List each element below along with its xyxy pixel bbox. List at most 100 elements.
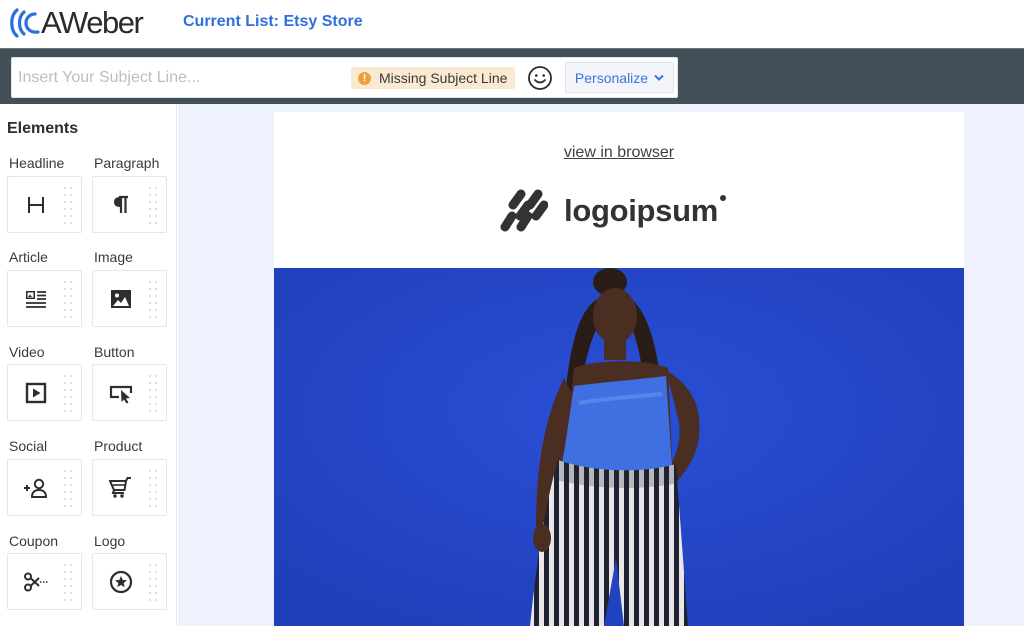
grip-dot bbox=[149, 571, 151, 573]
elements-title: Elements bbox=[7, 120, 79, 137]
email-preview: view in browser logoipsum bbox=[274, 112, 964, 626]
subject-line-input[interactable] bbox=[18, 58, 348, 97]
hero-photo-illustration bbox=[274, 268, 964, 626]
element-tile-social[interactable] bbox=[7, 459, 82, 516]
element-tile-headline[interactable] bbox=[7, 176, 82, 233]
drag-handle[interactable] bbox=[64, 187, 73, 224]
logoipsum-wordmark: logoipsum bbox=[564, 193, 727, 229]
drag-handle[interactable] bbox=[149, 375, 158, 412]
elements-sidebar: Elements Headline Paragraph Article Imag… bbox=[0, 104, 177, 626]
element-label-video: Video bbox=[9, 344, 45, 360]
grip-dot bbox=[155, 470, 157, 472]
grip-dot bbox=[149, 375, 151, 377]
current-list-link[interactable]: Current List: Etsy Store bbox=[183, 13, 363, 31]
drag-handle[interactable] bbox=[149, 470, 158, 507]
element-label-paragraph: Paragraph bbox=[94, 155, 160, 171]
drag-handle[interactable] bbox=[64, 564, 73, 601]
element-tile-article[interactable] bbox=[7, 270, 82, 327]
grip-dot bbox=[64, 505, 66, 507]
grip-dot bbox=[70, 302, 72, 304]
grip-dot bbox=[70, 484, 72, 486]
grip-dot bbox=[64, 309, 66, 311]
grip-dot bbox=[70, 592, 72, 594]
drag-handle[interactable] bbox=[149, 281, 158, 318]
grip-dot bbox=[64, 396, 66, 398]
grip-dot bbox=[70, 599, 72, 601]
grip-dot bbox=[155, 484, 157, 486]
element-label-headline: Headline bbox=[9, 155, 65, 171]
grip-dot bbox=[64, 592, 66, 594]
grip-dot bbox=[149, 564, 151, 566]
grip-dot bbox=[64, 477, 66, 479]
chevron-down-icon bbox=[654, 74, 664, 81]
drag-handle[interactable] bbox=[64, 470, 73, 507]
emoji-picker-button[interactable] bbox=[527, 65, 553, 91]
drag-handle[interactable] bbox=[64, 281, 73, 318]
view-in-browser-link[interactable]: view in browser bbox=[274, 144, 964, 162]
grip-dot bbox=[155, 288, 157, 290]
grip-dot bbox=[70, 222, 72, 224]
grip-dot bbox=[149, 316, 151, 318]
grip-dot bbox=[64, 281, 66, 283]
element-label-product: Product bbox=[94, 438, 143, 454]
drag-handle[interactable] bbox=[149, 187, 158, 224]
grip-dot bbox=[70, 382, 72, 384]
grip-dot bbox=[155, 491, 157, 493]
grip-dot bbox=[155, 564, 157, 566]
grip-dot bbox=[149, 382, 151, 384]
grip-dot bbox=[155, 295, 157, 297]
grip-dot bbox=[155, 194, 157, 196]
button-cursor-icon bbox=[106, 378, 136, 408]
grip-dot bbox=[155, 316, 157, 318]
grip-dot bbox=[149, 281, 151, 283]
element-label-image: Image bbox=[94, 249, 133, 265]
grip-dot bbox=[155, 375, 157, 377]
grip-dot bbox=[149, 194, 151, 196]
grip-dot bbox=[149, 470, 151, 472]
grip-dot bbox=[64, 288, 66, 290]
aweber-logo[interactable]: AWeber bbox=[8, 5, 144, 41]
element-tile-video[interactable] bbox=[7, 364, 82, 421]
grip-dot bbox=[70, 498, 72, 500]
grip-dot bbox=[70, 281, 72, 283]
grip-dot bbox=[70, 571, 72, 573]
grip-dot bbox=[155, 302, 157, 304]
grip-dot bbox=[155, 477, 157, 479]
grip-dot bbox=[70, 410, 72, 412]
element-tile-image[interactable] bbox=[92, 270, 167, 327]
element-tile-paragraph[interactable] bbox=[92, 176, 167, 233]
grip-dot bbox=[64, 375, 66, 377]
grip-dot bbox=[70, 309, 72, 311]
hero-image[interactable] bbox=[274, 268, 964, 626]
subject-line-box: ! Missing Subject Line Personalize bbox=[11, 57, 678, 98]
grip-dot bbox=[149, 222, 151, 224]
element-tile-logo[interactable] bbox=[92, 553, 167, 610]
grip-dot bbox=[70, 208, 72, 210]
grip-dot bbox=[64, 201, 66, 203]
personalize-label: Personalize bbox=[574, 69, 649, 86]
logo-dot bbox=[720, 195, 727, 201]
element-tile-product[interactable] bbox=[92, 459, 167, 516]
grip-dot bbox=[64, 208, 66, 210]
grip-dot bbox=[149, 288, 151, 290]
grip-dot bbox=[64, 585, 66, 587]
email-logo-block[interactable]: logoipsum bbox=[500, 188, 727, 234]
grip-dot bbox=[70, 215, 72, 217]
grip-dot bbox=[64, 599, 66, 601]
grip-dot bbox=[155, 281, 157, 283]
grip-dot bbox=[149, 484, 151, 486]
personalize-dropdown[interactable]: Personalize bbox=[565, 62, 674, 93]
element-tile-button[interactable] bbox=[92, 364, 167, 421]
grip-dot bbox=[155, 222, 157, 224]
grip-dot bbox=[70, 505, 72, 507]
scissors-icon bbox=[21, 567, 51, 597]
drag-handle[interactable] bbox=[64, 375, 73, 412]
missing-subject-text: Missing Subject Line bbox=[379, 70, 508, 86]
grip-dot bbox=[149, 592, 151, 594]
drag-handle[interactable] bbox=[149, 564, 158, 601]
grip-dot bbox=[155, 498, 157, 500]
grip-dot bbox=[155, 201, 157, 203]
grip-dot bbox=[64, 564, 66, 566]
grip-dot bbox=[70, 375, 72, 377]
element-tile-coupon[interactable] bbox=[7, 553, 82, 610]
